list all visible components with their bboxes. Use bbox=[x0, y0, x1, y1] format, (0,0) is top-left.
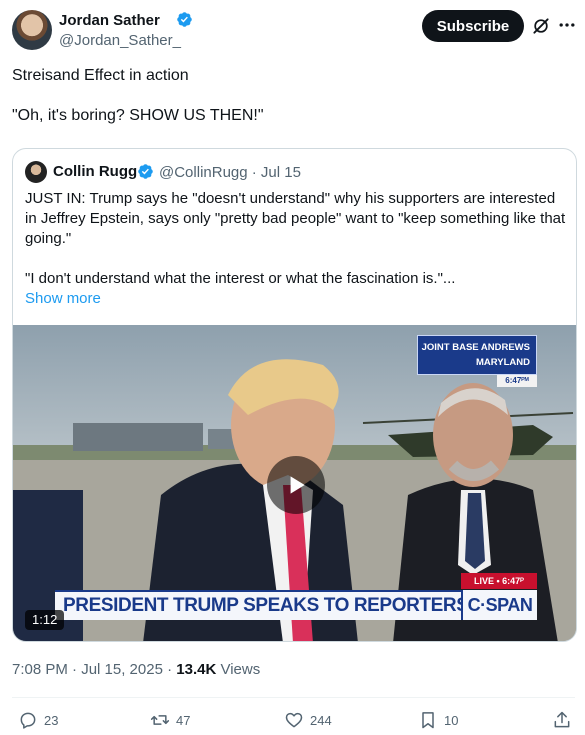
location-overlay: JOINT BASE ANDREWS MARYLAND bbox=[417, 335, 537, 375]
bookmark-icon bbox=[422, 712, 434, 729]
reply-button[interactable]: 23 bbox=[18, 708, 58, 732]
bookmark-button[interactable]: 10 bbox=[418, 708, 458, 732]
more-options-icon[interactable] bbox=[557, 15, 577, 35]
network-logo: C·SPAN bbox=[461, 590, 537, 620]
tweet-timestamp: 7:08 PM · Jul 15, 2025 · 13.4K Views bbox=[12, 661, 260, 678]
share-button[interactable] bbox=[552, 708, 578, 732]
author-avatar[interactable] bbox=[12, 10, 52, 50]
quoted-tweet-text: JUST IN: Trump says he "doesn't understa… bbox=[25, 189, 570, 289]
video-duration: 1:12 bbox=[25, 610, 65, 630]
quoted-text-paragraph: JUST IN: Trump says he "doesn't understa… bbox=[25, 190, 566, 247]
author-name[interactable]: Jordan Sather bbox=[59, 12, 160, 29]
share-icon bbox=[554, 711, 570, 728]
tweet-text: Streisand Effect in action "Oh, it's bor… bbox=[12, 66, 572, 126]
like-button[interactable]: 244 bbox=[284, 708, 332, 732]
quoted-tweet[interactable]: Collin Rugg @CollinRugg · Jul 15 JUST IN… bbox=[12, 148, 577, 642]
views-label: Views bbox=[216, 661, 261, 678]
tweet-text-line: "Oh, it's boring? SHOW US THEN!" bbox=[12, 107, 264, 124]
verified-badge-icon bbox=[177, 12, 192, 27]
location-line: MARYLAND bbox=[475, 357, 530, 368]
author-handle[interactable]: @Jordan_Sather_ bbox=[59, 32, 181, 49]
show-more-link[interactable]: Show more bbox=[25, 290, 101, 307]
like-count: 244 bbox=[310, 712, 332, 728]
repost-icon bbox=[150, 715, 170, 725]
repost-count: 47 bbox=[176, 712, 191, 728]
video-player[interactable]: JOINT BASE ANDREWS MARYLAND 6:47ᴾᴹ LIVE … bbox=[13, 325, 576, 641]
grok-icon[interactable] bbox=[531, 16, 551, 36]
broadcast-time: 6:47ᴾᴹ bbox=[497, 375, 537, 387]
reply-count: 23 bbox=[44, 712, 59, 728]
repost-button[interactable]: 47 bbox=[150, 708, 190, 732]
timestamp-date[interactable]: 7:08 PM · Jul 15, 2025 · bbox=[12, 661, 176, 678]
live-badge: LIVE • 6:47ᴾ bbox=[461, 573, 537, 589]
subscribe-button[interactable]: Subscribe bbox=[422, 10, 524, 42]
action-bar: 23 47 244 10 bbox=[0, 708, 585, 735]
quoted-author-meta: @CollinRugg · Jul 15 bbox=[159, 164, 301, 181]
views-count: 13.4K bbox=[176, 661, 217, 678]
verified-badge-icon bbox=[138, 164, 153, 179]
quoted-text-paragraph: "I don't understand what the interest or… bbox=[25, 270, 456, 287]
location-line: JOINT BASE ANDREWS bbox=[421, 342, 530, 353]
tweet-text-line: Streisand Effect in action bbox=[12, 67, 189, 84]
video-chyron: PRESIDENT TRUMP SPEAKS TO REPORTERS bbox=[55, 590, 471, 620]
divider bbox=[12, 697, 575, 698]
reply-icon bbox=[20, 712, 36, 729]
quoted-author-avatar[interactable] bbox=[25, 161, 47, 183]
play-button[interactable] bbox=[267, 456, 325, 514]
quoted-author-name[interactable]: Collin Rugg bbox=[53, 163, 137, 180]
bookmark-count: 10 bbox=[444, 712, 459, 728]
tweet-header: Jordan Sather @Jordan_Sather_ Subscribe bbox=[12, 9, 575, 53]
heart-icon bbox=[285, 712, 303, 728]
play-icon bbox=[290, 476, 305, 494]
